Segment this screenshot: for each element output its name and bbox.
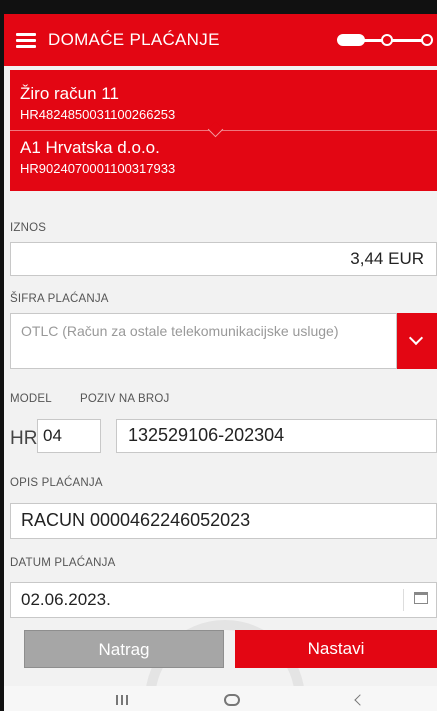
app-header: DOMAĆE PLAĆANJE (4, 14, 437, 66)
date-label: DATUM PLAĆANJA (10, 557, 116, 569)
description-label: OPIS PLAĆANJA (10, 477, 103, 489)
step-2-indicator (381, 34, 393, 46)
payer-account: Žiro račun 11 HR4824850031100266253 (20, 84, 175, 122)
amount-label: IZNOS (10, 222, 47, 234)
hamburger-menu-icon[interactable] (16, 33, 36, 48)
step-1-indicator (337, 34, 365, 46)
reference-label: POZIV NA BROJ (80, 393, 170, 405)
account-summary[interactable]: Žiro račun 11 HR4824850031100266253 A1 H… (10, 70, 437, 191)
payment-code-dropdown-button[interactable] (397, 313, 437, 369)
payer-account-name: Žiro račun 11 (20, 84, 119, 103)
model-label: MODEL (10, 393, 52, 405)
model-prefix: HR (10, 428, 38, 449)
back-button[interactable]: Natrag (24, 630, 224, 668)
amount-input[interactable]: 3,44 EUR (10, 242, 437, 276)
description-input[interactable]: RACUN 0000462246052023 (10, 503, 437, 539)
page-title: DOMAĆE PLAĆANJE (48, 30, 220, 49)
payment-code-select[interactable]: OTLC (Račun za ostale telekomunikacijske… (10, 313, 397, 369)
divider (403, 589, 404, 611)
back-icon[interactable] (354, 694, 366, 706)
date-input[interactable]: 02.06.2023. (10, 582, 437, 618)
reference-input[interactable]: 132529106-202304 (116, 419, 437, 453)
payee-name: A1 Hrvatska d.o.o. (20, 138, 160, 157)
recent-apps-icon[interactable] (116, 695, 130, 705)
system-navigation-bar (4, 686, 437, 711)
chevron-down-icon (207, 121, 224, 138)
payment-code-label: ŠIFRA PLAĆANJA (10, 293, 109, 305)
progress-steps (337, 34, 435, 48)
payer-account-iban: HR4824850031100266253 (20, 107, 176, 122)
payee-iban: HR9024070001100317933 (20, 161, 176, 176)
home-icon[interactable] (224, 694, 240, 706)
chevron-down-icon (408, 330, 424, 346)
divider (10, 130, 437, 131)
next-button[interactable]: Nastavi (235, 630, 437, 668)
calendar-icon[interactable] (414, 592, 428, 604)
status-bar (0, 0, 437, 14)
model-input[interactable]: 04 (37, 419, 101, 453)
step-3-indicator (421, 34, 433, 46)
payee-account: A1 Hrvatska d.o.o. HR9024070001100317933 (20, 138, 175, 176)
date-value: 02.06.2023. (21, 590, 111, 609)
device-frame (0, 0, 4, 711)
